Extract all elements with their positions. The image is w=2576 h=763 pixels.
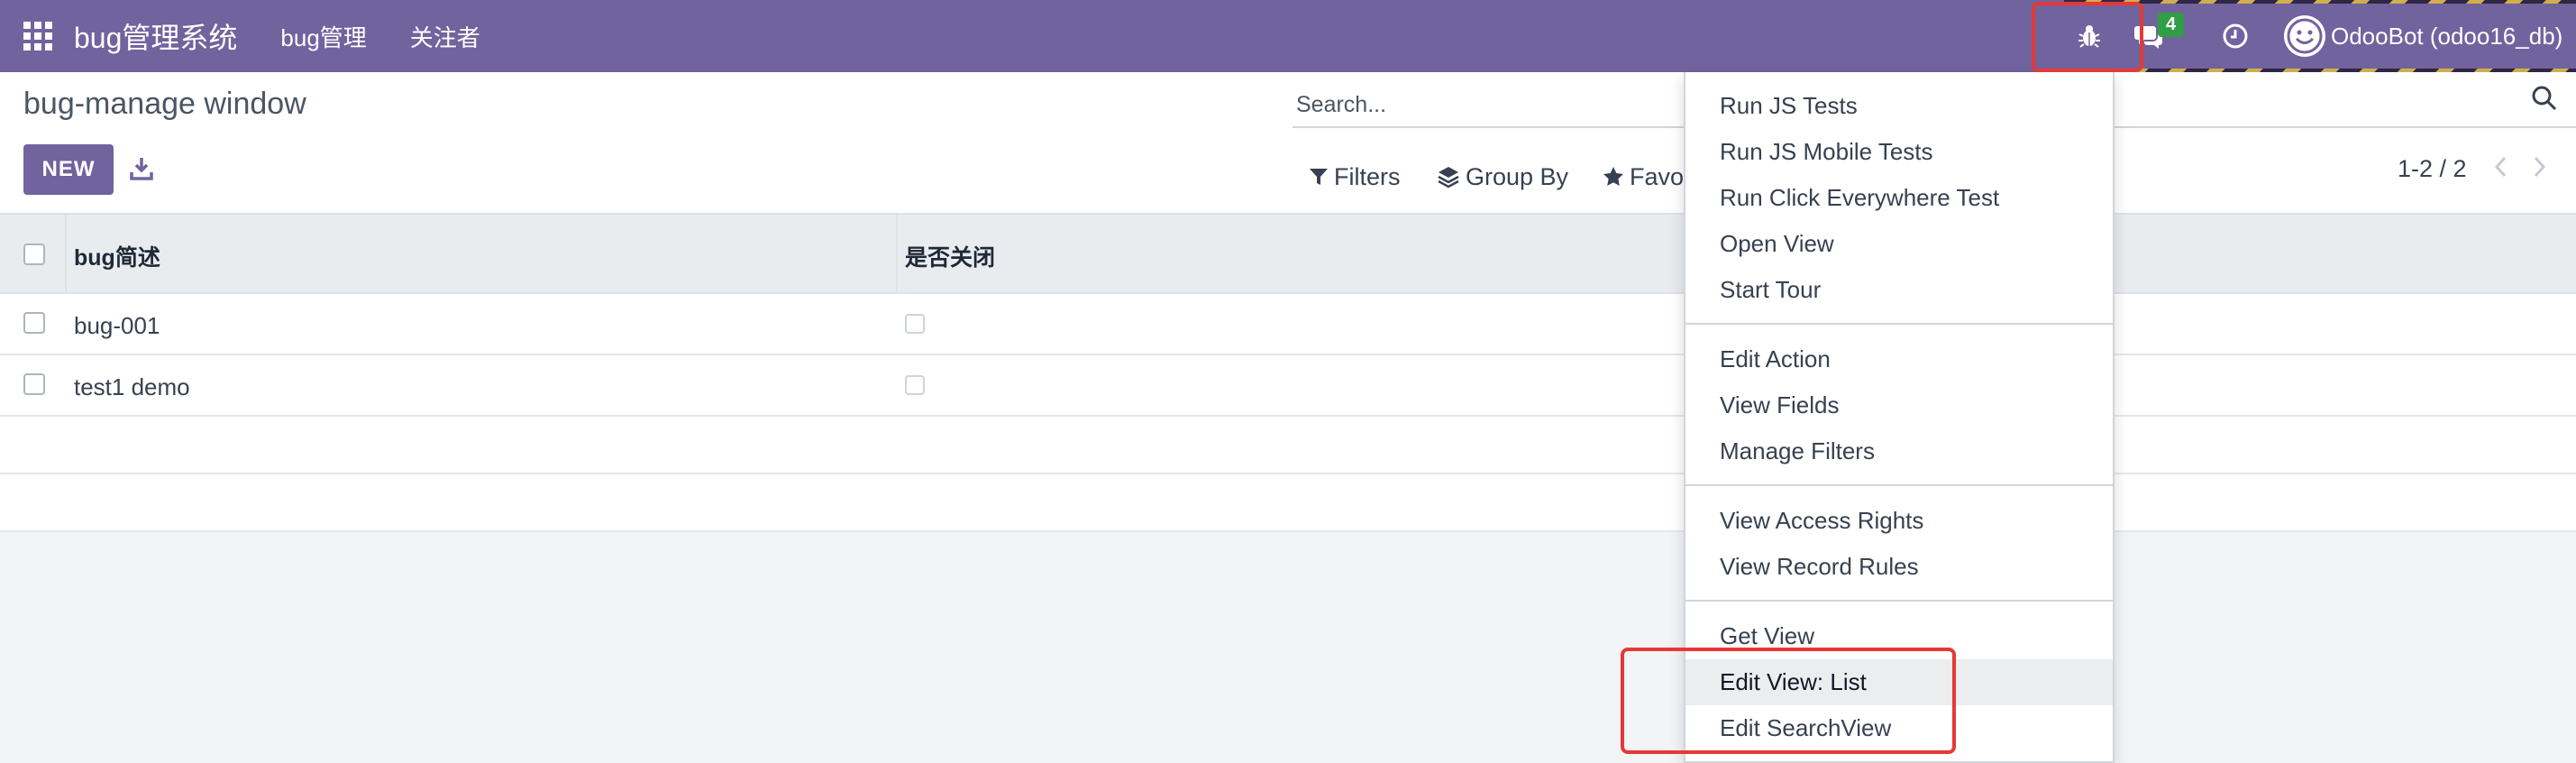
favorites-label: Favo [1630, 162, 1685, 190]
avatar [2284, 15, 2325, 57]
table-row[interactable]: test1 demo [0, 355, 2576, 417]
menu-divider [1685, 484, 2113, 486]
layers-icon [1438, 167, 1459, 188]
table-row[interactable]: bug-001 [0, 294, 2576, 355]
download-icon[interactable] [128, 155, 159, 186]
list-view: bug简述 是否关闭 bug-001 test1 demo [0, 213, 2576, 532]
menu-item-get-view[interactable]: Get View [1685, 613, 2113, 659]
message-count-badge: 4 [2158, 13, 2185, 37]
select-all-checkbox[interactable] [23, 244, 45, 265]
menu-bug-manage[interactable]: bug管理 [280, 20, 366, 53]
favorites-button[interactable]: Favo [1603, 159, 1684, 195]
menu-item-edit-action[interactable]: Edit Action [1685, 336, 2113, 382]
menu-item-run-click-everywhere[interactable]: Run Click Everywhere Test [1685, 175, 2113, 221]
cell-closed-checkbox [905, 375, 925, 395]
menu-item-start-tour[interactable]: Start Tour [1685, 267, 2113, 313]
menu-item-edit-view-list[interactable]: Edit View: List [1685, 659, 2113, 705]
menu-item-view-fields[interactable]: View Fields [1685, 382, 2113, 428]
clock-icon[interactable] [2206, 0, 2264, 72]
empty-row [0, 474, 2576, 532]
chevron-right-icon[interactable] [2531, 153, 2549, 185]
empty-row [0, 417, 2576, 474]
list-header: bug简述 是否关闭 [0, 213, 2576, 294]
column-divider [896, 215, 898, 292]
menu-divider [1685, 600, 2113, 602]
user-name: OdooBot (odoo16_db) [2331, 22, 2563, 50]
cell-closed-checkbox [905, 314, 925, 334]
control-panel: bug-manage window NEW Filters Group By F… [0, 72, 2576, 213]
app-brand[interactable]: bug管理系统 [74, 15, 237, 57]
star-icon [1603, 167, 1623, 186]
user-menu[interactable]: OdooBot (odoo16_db) [2284, 0, 2562, 72]
top-navbar: bug管理系统 bug管理 关注者 4 OdooBot (odoo16_db) [0, 0, 2576, 72]
column-divider [65, 215, 67, 292]
menu-item-run-js-mobile-tests[interactable]: Run JS Mobile Tests [1685, 129, 2113, 175]
column-header-summary[interactable]: bug简述 [74, 240, 160, 272]
menu-item-open-view[interactable]: Open View [1685, 221, 2113, 267]
page-title[interactable]: bug-manage window [23, 87, 306, 122]
filters-button[interactable]: Filters [1309, 159, 1401, 195]
bug-icon[interactable] [2060, 0, 2118, 72]
row-checkbox[interactable] [23, 373, 45, 395]
filters-label: Filters [1334, 162, 1401, 190]
debug-dropdown-menu: Run JS Tests Run JS Mobile Tests Run Cli… [1684, 72, 2115, 763]
row-checkbox[interactable] [23, 312, 45, 334]
cell-summary: test1 demo [74, 373, 190, 400]
menu-followers[interactable]: 关注者 [410, 20, 480, 53]
filter-icon [1310, 169, 1328, 185]
cell-summary: bug-001 [74, 312, 160, 339]
new-button[interactable]: NEW [23, 144, 114, 195]
menu-item-manage-filters[interactable]: Manage Filters [1685, 428, 2113, 474]
chevron-left-icon[interactable] [2491, 153, 2509, 185]
apps-icon[interactable] [23, 22, 52, 51]
menu-item-run-js-tests[interactable]: Run JS Tests [1685, 83, 2113, 129]
column-header-closed[interactable]: 是否关闭 [905, 240, 995, 272]
menu-item-view-access-rights[interactable]: View Access Rights [1685, 498, 2113, 544]
menu-item-edit-searchview[interactable]: Edit SearchView [1685, 705, 2113, 751]
group-by-button[interactable]: Group By [1437, 159, 1568, 195]
menu-divider [1685, 323, 2113, 325]
menu-item-view-record-rules[interactable]: View Record Rules [1685, 544, 2113, 590]
group-by-label: Group By [1466, 162, 1569, 190]
search-icon[interactable] [2531, 85, 2558, 116]
pager-value[interactable]: 1-2 / 2 [2398, 155, 2467, 183]
